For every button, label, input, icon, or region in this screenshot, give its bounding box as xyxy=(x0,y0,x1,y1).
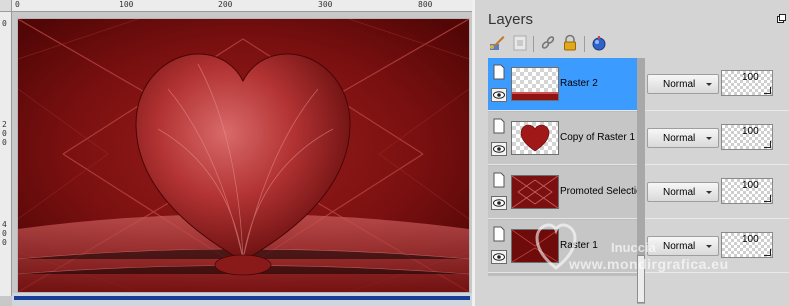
blend-mode-dropdown[interactable]: Normal xyxy=(647,182,719,202)
ruler-label: 200 xyxy=(218,0,233,9)
horizontal-scrollbar[interactable] xyxy=(14,296,470,300)
app-window: 0 100 200 300 800 0 200 400 Layers Raste… xyxy=(0,0,789,306)
visibility-column xyxy=(488,58,510,111)
ruler-corner xyxy=(0,0,12,12)
layer-name: Copy of Raster 1 xyxy=(560,132,636,143)
chevron-down-icon xyxy=(706,83,712,86)
layer-name: Raster 1 xyxy=(560,240,598,251)
layer-row-copy-of-raster-1[interactable]: Copy of Raster 1 xyxy=(488,112,637,165)
blend-mode-dropdown[interactable]: Normal xyxy=(647,128,719,148)
chevron-down-icon xyxy=(706,191,712,194)
layer-type-icon xyxy=(493,118,505,134)
layer-name: Raster 2 xyxy=(560,78,598,89)
layer-thumbnail xyxy=(511,175,559,209)
layer-row-raster-2[interactable]: Raster 2 xyxy=(488,58,637,111)
opacity-value: 100 xyxy=(742,180,759,191)
resize-corner-icon xyxy=(764,87,771,94)
layer-thumbnail xyxy=(511,67,559,101)
heart-artwork xyxy=(18,19,469,292)
ruler-label: 200 xyxy=(2,120,7,147)
visibility-column xyxy=(488,112,510,165)
toolbar-separator xyxy=(533,36,534,52)
scrollbar-thumb[interactable] xyxy=(637,255,645,303)
ruler-label: 0 xyxy=(2,19,7,28)
ruler-label: 100 xyxy=(119,0,134,9)
opacity-value: 100 xyxy=(742,234,759,245)
opacity-slider[interactable]: 100 xyxy=(721,70,773,96)
opacity-slider[interactable]: 100 xyxy=(721,232,773,258)
layer-row-promoted-selection[interactable]: Promoted Selection xyxy=(488,166,637,219)
globe-icon[interactable] xyxy=(590,34,608,52)
eye-icon[interactable] xyxy=(491,196,507,210)
layer-properties-row: Normal 100 xyxy=(645,220,789,273)
lock-icon[interactable] xyxy=(561,34,579,52)
mask-icon[interactable] xyxy=(511,34,529,52)
blend-mode-value: Normal xyxy=(663,133,696,144)
opacity-slider[interactable]: 100 xyxy=(721,124,773,150)
eye-icon[interactable] xyxy=(491,88,507,102)
chevron-down-icon xyxy=(706,245,712,248)
visibility-column xyxy=(488,166,510,219)
chevron-down-icon xyxy=(706,137,712,140)
toolbar-separator xyxy=(584,36,585,52)
layers-palette: Layers Raster 2 Copy of Raster 1 Promote… xyxy=(472,0,789,306)
layer-type-icon xyxy=(493,226,505,242)
eye-icon[interactable] xyxy=(491,250,507,264)
image-canvas[interactable] xyxy=(17,18,470,293)
dock-icon[interactable] xyxy=(777,14,786,23)
resize-corner-icon xyxy=(764,249,771,256)
blend-mode-value: Normal xyxy=(663,241,696,252)
layer-type-icon xyxy=(493,64,505,80)
paint-brush-icon[interactable] xyxy=(488,34,506,52)
ruler-label: 0 xyxy=(15,0,20,9)
layer-properties-row: Normal 100 xyxy=(645,166,789,219)
horizontal-ruler: 0 100 200 300 800 xyxy=(12,0,472,12)
panel-title: Layers xyxy=(488,11,534,28)
ruler-label: 300 xyxy=(318,0,333,9)
layer-name: Promoted Selection xyxy=(560,186,637,197)
eye-icon[interactable] xyxy=(491,142,507,156)
opacity-value: 100 xyxy=(742,126,759,137)
blend-mode-dropdown[interactable]: Normal xyxy=(647,236,719,256)
canvas-area[interactable]: 0 100 200 300 800 0 200 400 xyxy=(0,0,472,306)
layer-properties-row: Normal 100 xyxy=(645,112,789,165)
resize-corner-icon xyxy=(764,141,771,148)
visibility-column xyxy=(488,220,510,273)
blend-mode-dropdown[interactable]: Normal xyxy=(647,74,719,94)
opacity-slider[interactable]: 100 xyxy=(721,178,773,204)
vertical-ruler: 0 200 400 xyxy=(0,12,12,296)
link-icon[interactable] xyxy=(539,34,557,52)
resize-corner-icon xyxy=(764,195,771,202)
layer-thumbnail xyxy=(511,229,559,263)
blend-mode-value: Normal xyxy=(663,187,696,198)
layer-list: Raster 2 Copy of Raster 1 Promoted Selec… xyxy=(488,58,637,276)
opacity-value: 100 xyxy=(742,72,759,83)
ruler-label: 800 xyxy=(418,0,433,9)
layer-properties-row: Normal 100 xyxy=(645,58,789,111)
layer-type-icon xyxy=(493,172,505,188)
ruler-label: 400 xyxy=(2,220,7,247)
layer-thumbnail xyxy=(511,121,559,155)
layer-row-raster-1[interactable]: Raster 1 xyxy=(488,220,637,273)
blend-mode-value: Normal xyxy=(663,79,696,90)
